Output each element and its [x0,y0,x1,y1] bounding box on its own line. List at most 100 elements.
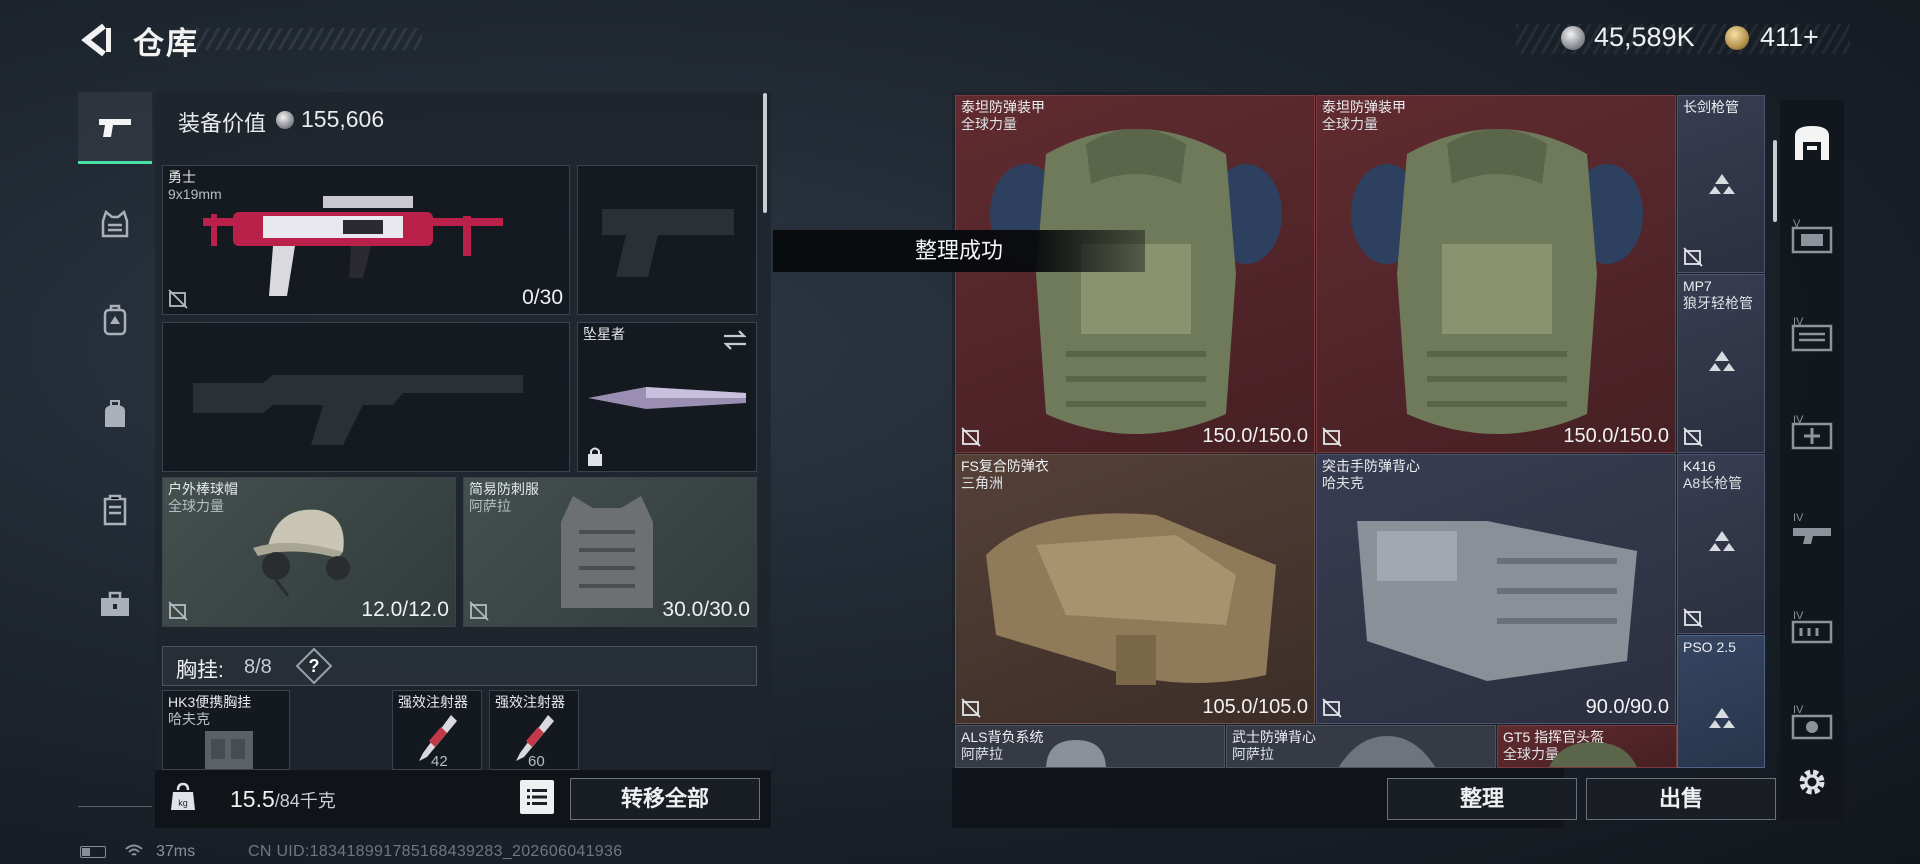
weapon-name: 勇士 [168,169,196,185]
armor-durability: 30.0/30.0 [662,598,750,621]
stash-scrollbar[interactable] [1773,140,1777,222]
rarity-triangle-icon [1709,531,1735,551]
vest-icon [101,209,129,238]
swap-icon[interactable] [722,329,748,351]
tab-stash-page[interactable]: IV [1784,692,1840,752]
primary-weapon-slot[interactable]: 勇士 9x19mm 0/30 [162,165,570,315]
stash-item-backpack[interactable]: ALS背负系统 阿萨拉 [955,725,1225,768]
nav-helmet-tab[interactable] [78,188,152,260]
tab-level: IV [1793,704,1804,716]
stash-item-titan-armor[interactable]: 泰坦防弹装甲 全球力量 150.0/150.0 [955,95,1315,453]
back-button[interactable] [78,22,112,58]
rig-item-count: 42 [431,753,448,770]
ammo-page-icon: IV [1791,610,1833,644]
toolbox-icon [101,591,129,616]
nav-backpack-tab[interactable] [78,284,152,356]
sort-button[interactable]: 整理 [1387,778,1577,820]
item-name: ALS背负系统 [961,729,1044,745]
user-uid: CN UID:1834189917851684392​83_2026060419… [248,843,623,860]
nav-divider [78,806,152,807]
nav-toolbox-tab[interactable] [78,568,152,640]
secondary-weapon-slot[interactable] [162,322,570,472]
weapon-ammo-count: 0/30 [522,286,563,309]
no-insure-icon [1322,427,1342,447]
stash-item-barrel[interactable]: 长剑枪管 [1677,95,1765,273]
rarity-triangle-icon [1709,708,1735,728]
tab-stash-page[interactable]: V [1784,208,1840,268]
tab-stash-page[interactable]: IV [1784,598,1840,658]
wifi-icon [125,844,143,856]
transfer-all-button[interactable]: 转移全部 [570,778,760,820]
melee-slot[interactable]: 坠星者 [577,322,757,472]
stash-item-barrel[interactable]: MP7 狼牙轻枪管 [1677,274,1765,453]
rig-item-name: 强效注射器 [495,694,565,710]
tab-level: IV [1793,610,1804,622]
stash-item-samurai-vest[interactable]: 武士防弹背心 阿萨拉 [1226,725,1496,768]
rarity-triangle-icon [1709,351,1735,371]
nav-bag-tab[interactable] [78,378,152,450]
heavy-armor-icon [1351,129,1643,434]
bag-icon [105,400,125,427]
lock-icon [588,447,602,466]
ping-readout: 37ms [156,843,196,860]
stash-item-barrel[interactable]: K416 A8长枪管 [1677,454,1765,634]
tab-level: IV [1793,512,1804,524]
tab-stash-overview[interactable] [1784,112,1840,172]
no-insure-icon [961,698,981,718]
knife-icon [588,387,746,409]
no-insure-icon [469,601,489,621]
tab-stash-page[interactable]: IV [1784,500,1840,560]
tab-level: IV [1793,414,1804,426]
gear-icon [1799,769,1825,795]
tab-stash-page[interactable]: IV [1784,404,1840,464]
gold-coin-icon [1725,26,1749,50]
tactical-vest-icon [1357,521,1637,681]
nav-case-tab[interactable] [78,474,152,546]
chest-rig-icon [205,731,253,769]
stash-item-gt5-helmet[interactable]: GT5 指挥官头盔 全球力量 [1497,725,1677,768]
rig-item-source: 哈夫克 [168,711,210,727]
rig-item-name: 强效注射器 [398,694,468,710]
pistol-slot[interactable] [577,165,757,315]
item-source: 狼牙轻枪管 [1683,295,1753,311]
loadout-scrollbar[interactable] [763,93,767,213]
stash-item-titan-armor[interactable]: 泰坦防弹装甲 全球力量 150.0/150.0 [1316,95,1676,453]
list-view-button[interactable] [520,780,554,814]
helmet-slot[interactable]: 户外棒球帽 全球力量 12.0/12.0 [162,477,456,627]
helmet-name: 户外棒球帽 [168,481,238,497]
stab-vest-icon [561,496,653,608]
settings-button[interactable] [1784,752,1840,812]
rig-item-slot[interactable]: HK3便携胸挂 哈夫克 [162,690,290,770]
list-icon [527,789,547,805]
sell-button[interactable]: 出售 [1586,778,1776,820]
armor-source: 阿萨拉 [469,498,511,514]
no-insure-icon [1683,427,1703,447]
plate-carrier-icon [986,513,1276,685]
helmet-durability: 12.0/12.0 [361,598,449,621]
pistol-icon [99,118,131,137]
weight-max: /84千克 [274,791,336,811]
help-icon[interactable]: ? [301,653,327,679]
chest-rig-label: 胸挂: [176,659,224,682]
stash-item-fs-vest[interactable]: FS复合防弹衣 三角洲 105.0/105.0 [955,454,1315,724]
weapon-page-icon: IV [1793,512,1831,544]
tab-stash-page[interactable]: IV [1784,306,1840,366]
medical-page-icon: IV [1791,414,1833,450]
item-name: 武士防弹背心 [1232,729,1316,745]
silver-currency-value[interactable]: 45,589K [1594,22,1695,53]
rig-item-slot[interactable]: 强效注射器 60 [489,690,579,770]
vest-item-icon [1338,736,1436,767]
title-decoration [186,28,422,50]
stash-page-icon: V [1791,218,1833,254]
armor-slot[interactable]: 简易防刺服 阿萨拉 30.0/30.0 [463,477,757,627]
backpack-item-icon [1046,740,1106,767]
gold-currency-value[interactable]: 411+ [1760,22,1819,53]
nav-weapons-tab[interactable] [78,92,152,164]
stash-item-scope[interactable]: PSO 2.5 [1677,635,1765,768]
stash-item-assault-vest[interactable]: 突击手防弹背心 哈夫克 90.0/90.0 [1316,454,1676,724]
equipment-value-label: 装备价值 [178,111,267,136]
no-insure-icon [1683,247,1703,267]
tab-level: V [1793,218,1801,230]
armor-name: 简易防刺服 [469,481,539,497]
rig-item-slot[interactable]: 强效注射器 42 [392,690,482,770]
